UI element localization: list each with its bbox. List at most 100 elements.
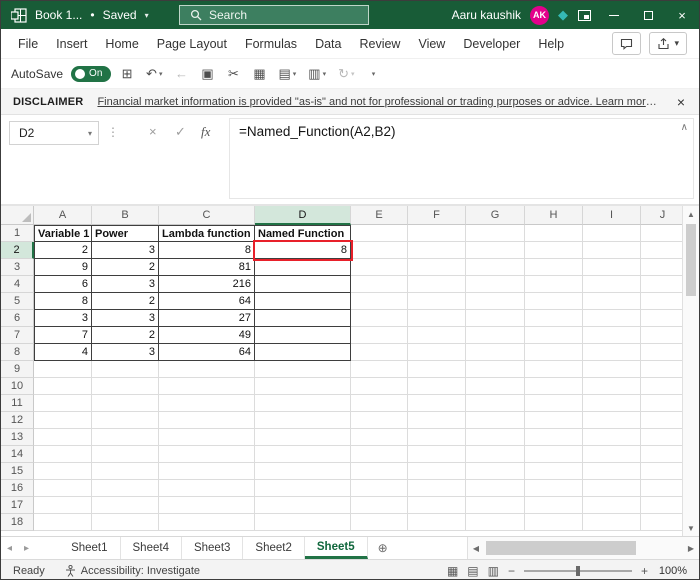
cell-B14[interactable]: [92, 446, 159, 463]
cell-D15[interactable]: [255, 463, 351, 480]
column-header-J[interactable]: J: [641, 206, 682, 225]
cell-I16[interactable]: [583, 480, 641, 497]
picture-button[interactable]: ▦: [249, 63, 269, 85]
cell-A14[interactable]: [34, 446, 92, 463]
cell-G9[interactable]: [466, 361, 525, 378]
cell-B8[interactable]: 3: [92, 344, 159, 361]
sheet-tab-sheet4[interactable]: Sheet4: [121, 537, 182, 559]
cell-D7[interactable]: [255, 327, 351, 344]
cell-A16[interactable]: [34, 480, 92, 497]
cell-H3[interactable]: [525, 259, 583, 276]
cell-H17[interactable]: [525, 497, 583, 514]
close-button[interactable]: ×: [665, 1, 699, 29]
accessibility-status[interactable]: Accessibility: Investigate: [65, 564, 200, 577]
cell-J18[interactable]: [641, 514, 682, 531]
cell-D17[interactable]: [255, 497, 351, 514]
row-header-8[interactable]: 8: [1, 344, 34, 361]
cell-H4[interactable]: [525, 276, 583, 293]
cell-D5[interactable]: [255, 293, 351, 310]
name-box-caret-icon[interactable]: ▾: [88, 129, 98, 138]
cell-A5[interactable]: 8: [34, 293, 92, 310]
tab-formulas[interactable]: Formulas: [236, 31, 306, 57]
cell-I18[interactable]: [583, 514, 641, 531]
cell-G5[interactable]: [466, 293, 525, 310]
cell-C13[interactable]: [159, 429, 255, 446]
cell-J6[interactable]: [641, 310, 682, 327]
vertical-scroll-thumb[interactable]: [686, 224, 696, 296]
cell-D2[interactable]: 8: [253, 240, 353, 261]
vertical-scrollbar[interactable]: ▲ ▼: [682, 206, 699, 536]
cell-G17[interactable]: [466, 497, 525, 514]
cell-A12[interactable]: [34, 412, 92, 429]
search-input[interactable]: Search: [179, 5, 369, 25]
cell-E12[interactable]: [351, 412, 408, 429]
cell-F13[interactable]: [408, 429, 466, 446]
cell-D3[interactable]: [255, 259, 351, 276]
cell-G14[interactable]: [466, 446, 525, 463]
undo-button[interactable]: ↶ ▾: [143, 63, 165, 85]
column-header-A[interactable]: A: [34, 206, 92, 225]
column-header-G[interactable]: G: [466, 206, 525, 225]
disclaimer-link[interactable]: Financial market information is provided…: [97, 96, 660, 108]
tab-review[interactable]: Review: [350, 31, 409, 57]
cell-G13[interactable]: [466, 429, 525, 446]
scroll-right-icon[interactable]: ▶: [683, 537, 699, 559]
row-header-12[interactable]: 12: [1, 412, 34, 429]
scroll-down-icon[interactable]: ▼: [683, 520, 699, 536]
cell-B3[interactable]: 2: [92, 259, 159, 276]
zoom-slider-thumb[interactable]: [575, 565, 580, 576]
cell-C12[interactable]: [159, 412, 255, 429]
row-header-17[interactable]: 17: [1, 497, 34, 514]
row-header-16[interactable]: 16: [1, 480, 34, 497]
column-header-I[interactable]: I: [583, 206, 641, 225]
cell-D8[interactable]: [255, 344, 351, 361]
formula-bar-grip-icon[interactable]: ⋮: [107, 125, 119, 139]
cell-F7[interactable]: [408, 327, 466, 344]
cell-A10[interactable]: [34, 378, 92, 395]
cell-E11[interactable]: [351, 395, 408, 412]
cell-D4[interactable]: [255, 276, 351, 293]
tab-data[interactable]: Data: [306, 31, 350, 57]
cell-B16[interactable]: [92, 480, 159, 497]
cell-J9[interactable]: [641, 361, 682, 378]
cell-J7[interactable]: [641, 327, 682, 344]
cell-H9[interactable]: [525, 361, 583, 378]
sheet-tab-sheet2[interactable]: Sheet2: [243, 537, 305, 559]
cell-B2[interactable]: 3: [92, 242, 159, 259]
cell-C9[interactable]: [159, 361, 255, 378]
cell-I6[interactable]: [583, 310, 641, 327]
cell-A11[interactable]: [34, 395, 92, 412]
cell-H5[interactable]: [525, 293, 583, 310]
cell-H14[interactable]: [525, 446, 583, 463]
cell-G12[interactable]: [466, 412, 525, 429]
cell-E7[interactable]: [351, 327, 408, 344]
cell-C4[interactable]: 216: [159, 276, 255, 293]
cell-A13[interactable]: [34, 429, 92, 446]
select-all-corner[interactable]: [1, 206, 34, 225]
cell-B5[interactable]: 2: [92, 293, 159, 310]
zoom-out-icon[interactable]: −: [508, 564, 515, 578]
cancel-entry-icon[interactable]: ×: [149, 124, 157, 139]
cell-I8[interactable]: [583, 344, 641, 361]
cell-C16[interactable]: [159, 480, 255, 497]
cell-J8[interactable]: [641, 344, 682, 361]
cell-G7[interactable]: [466, 327, 525, 344]
tab-home[interactable]: Home: [96, 31, 147, 57]
row-header-2[interactable]: 2: [1, 242, 34, 259]
cell-H13[interactable]: [525, 429, 583, 446]
row-header-18[interactable]: 18: [1, 514, 34, 531]
row-header-9[interactable]: 9: [1, 361, 34, 378]
cell-J5[interactable]: [641, 293, 682, 310]
cell-A3[interactable]: 9: [34, 259, 92, 276]
row-header-15[interactable]: 15: [1, 463, 34, 480]
cell-H7[interactable]: [525, 327, 583, 344]
cell-B17[interactable]: [92, 497, 159, 514]
row-header-4[interactable]: 4: [1, 276, 34, 293]
row-header-7[interactable]: 7: [1, 327, 34, 344]
redo-button[interactable]: ↻ ▾: [335, 63, 357, 85]
cell-D12[interactable]: [255, 412, 351, 429]
page-layout-view-icon[interactable]: ▤: [467, 564, 478, 578]
cell-C8[interactable]: 64: [159, 344, 255, 361]
cell-E8[interactable]: [351, 344, 408, 361]
confirm-entry-icon[interactable]: ✓: [175, 124, 186, 140]
